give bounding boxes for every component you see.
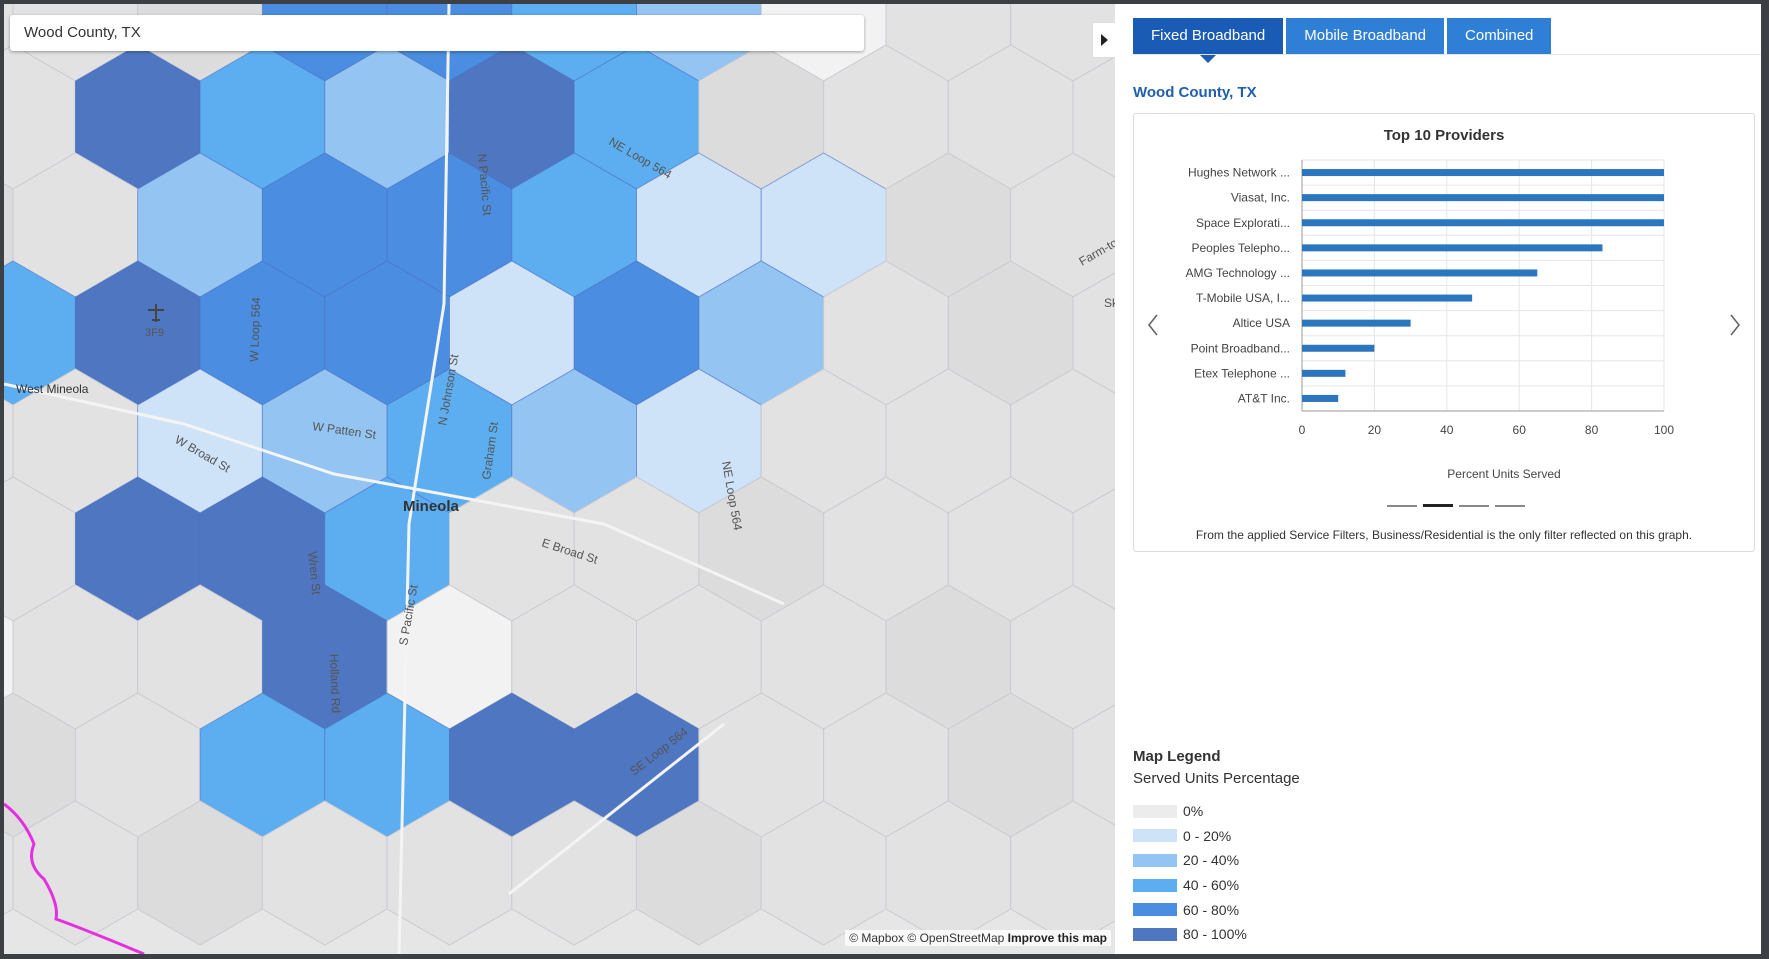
chart-filter-note: From the applied Service Filters, Busine…	[1195, 528, 1693, 542]
legend-label: 0%	[1183, 803, 1204, 820]
chart-pager-dot[interactable]	[1387, 505, 1417, 507]
chart-pager[interactable]	[1387, 504, 1525, 507]
legend-subtitle: Served Units Percentage	[1133, 770, 1300, 787]
improve-map-link[interactable]: Improve this map	[1008, 931, 1107, 945]
chart-x-tick-label: 100	[1654, 423, 1674, 437]
legend-item: 20 - 40%	[1133, 848, 1300, 873]
chart-x-tick-label: 60	[1513, 423, 1527, 437]
tab-divider	[1133, 54, 1761, 55]
chevron-right-icon	[1730, 314, 1741, 336]
osm-attribution-link[interactable]: © OpenStreetMap	[907, 931, 1004, 945]
chart-bar[interactable]	[1302, 219, 1664, 227]
legend-label: 40 - 60%	[1183, 877, 1240, 894]
chart-bar[interactable]	[1302, 244, 1603, 252]
region-title[interactable]: Wood County, TX	[1133, 84, 1257, 101]
legend-label: 0 - 20%	[1183, 827, 1232, 844]
street-label-w-loop-564: W Loop 564	[247, 297, 263, 362]
street-label-holland-rd: Holland Rd	[327, 654, 343, 714]
chart-x-tick-label: 80	[1585, 423, 1599, 437]
chart-category-label: Peoples Telepho...	[1191, 241, 1290, 255]
chart-x-tick-label: 20	[1368, 423, 1382, 437]
providers-bar-chart: Hughes Network ... Viasat, Inc. Space Expl…	[1186, 159, 1675, 507]
chart-next-button[interactable]	[1724, 310, 1746, 340]
chart-bar[interactable]	[1302, 269, 1538, 277]
legend-item: 0 - 20%	[1133, 824, 1300, 849]
collapse-panel-button[interactable]	[1092, 22, 1115, 58]
legend-swatch	[1133, 829, 1177, 843]
chart-bar[interactable]	[1302, 344, 1375, 352]
chart-category-label: Point Broadband...	[1191, 341, 1290, 355]
legend-item: 80 - 100%	[1133, 922, 1300, 947]
chart-category-labels: Hughes Network ... Viasat, Inc. Space Expl…	[1186, 166, 1291, 406]
chart-bar[interactable]	[1302, 194, 1664, 202]
legend-item: 60 - 80%	[1133, 897, 1300, 922]
chart-x-tick-label: 0	[1299, 423, 1306, 437]
legend-swatch	[1133, 927, 1177, 941]
chart-category-label: AMG Technology ...	[1186, 266, 1291, 280]
chart-category-label: AT&T Inc.	[1238, 391, 1290, 405]
place-label-west-mineola: West Mineola	[16, 382, 89, 396]
chart-x-axis-label: Percent Units Served	[1447, 467, 1560, 481]
caret-right-icon	[1101, 34, 1108, 46]
map-attribution: © Mapbox © OpenStreetMap Improve this ma…	[845, 930, 1111, 946]
chevron-left-icon	[1147, 314, 1158, 336]
chart-category-label: Etex Telephone ...	[1194, 366, 1290, 380]
tab-bar: Fixed Broadband Mobile Broadband Combine…	[1133, 18, 1554, 63]
airport-label: 3F9	[145, 327, 164, 339]
legend-swatch	[1133, 903, 1177, 917]
street-label-sk: Sk	[1104, 296, 1115, 310]
map-canvas[interactable]: 3F9 West Mineola Mineola N Pacific St NE…	[4, 4, 1115, 954]
legend-label: 20 - 40%	[1183, 852, 1240, 869]
tab-fixed-broadband[interactable]: Fixed Broadband	[1133, 18, 1284, 63]
chart-bar[interactable]	[1302, 394, 1339, 402]
search-input[interactable]: Wood County, TX	[10, 15, 864, 51]
map[interactable]: 3F9 West Mineola Mineola N Pacific St NE…	[4, 4, 1115, 954]
chart-prev-button[interactable]	[1142, 310, 1164, 340]
chart-pager-dot[interactable]	[1495, 505, 1525, 507]
chart-bar[interactable]	[1302, 169, 1664, 177]
chart-bar[interactable]	[1302, 294, 1473, 302]
map-legend: Map Legend Served Units Percentage 0% 0 …	[1133, 748, 1300, 947]
app-frame: 3F9 West Mineola Mineola N Pacific St NE…	[4, 4, 1761, 954]
providers-chart-card: Top 10 Providers Hughes Network ... Viasa…	[1133, 113, 1755, 552]
chart-category-label: Altice USA	[1233, 316, 1290, 330]
legend-item: 40 - 60%	[1133, 873, 1300, 898]
hex-grid-layer[interactable]	[4, 4, 1115, 946]
chart-category-label: T-Mobile USA, I...	[1196, 291, 1290, 305]
chart-x-ticks: 0 20 40 60 80 100	[1299, 423, 1675, 437]
legend-title: Map Legend	[1133, 748, 1221, 765]
tab-mobile-broadband[interactable]: Mobile Broadband	[1286, 18, 1445, 54]
legend-swatch	[1133, 878, 1177, 892]
legend-swatch	[1133, 804, 1177, 818]
chart-category-label: Space Explorati...	[1196, 216, 1290, 230]
chart-pager-dot[interactable]	[1423, 504, 1453, 507]
chart-bar[interactable]	[1302, 369, 1346, 377]
place-label-mineola: Mineola	[403, 498, 459, 515]
chart-x-tick-label: 40	[1440, 423, 1454, 437]
legend-label: 80 - 100%	[1183, 926, 1247, 943]
chart-bar[interactable]	[1302, 319, 1411, 327]
legend-item: 0%	[1133, 799, 1300, 824]
chart-pager-dot[interactable]	[1459, 505, 1489, 507]
chart-category-label: Hughes Network ...	[1188, 166, 1290, 180]
legend-swatch	[1133, 853, 1177, 867]
tab-combined[interactable]: Combined	[1447, 18, 1552, 54]
mapbox-attribution-link[interactable]: © Mapbox	[849, 931, 904, 945]
chart-category-label: Viasat, Inc.	[1231, 191, 1290, 205]
legend-label: 60 - 80%	[1183, 901, 1240, 918]
side-panel: Fixed Broadband Mobile Broadband Combine…	[1115, 4, 1761, 954]
